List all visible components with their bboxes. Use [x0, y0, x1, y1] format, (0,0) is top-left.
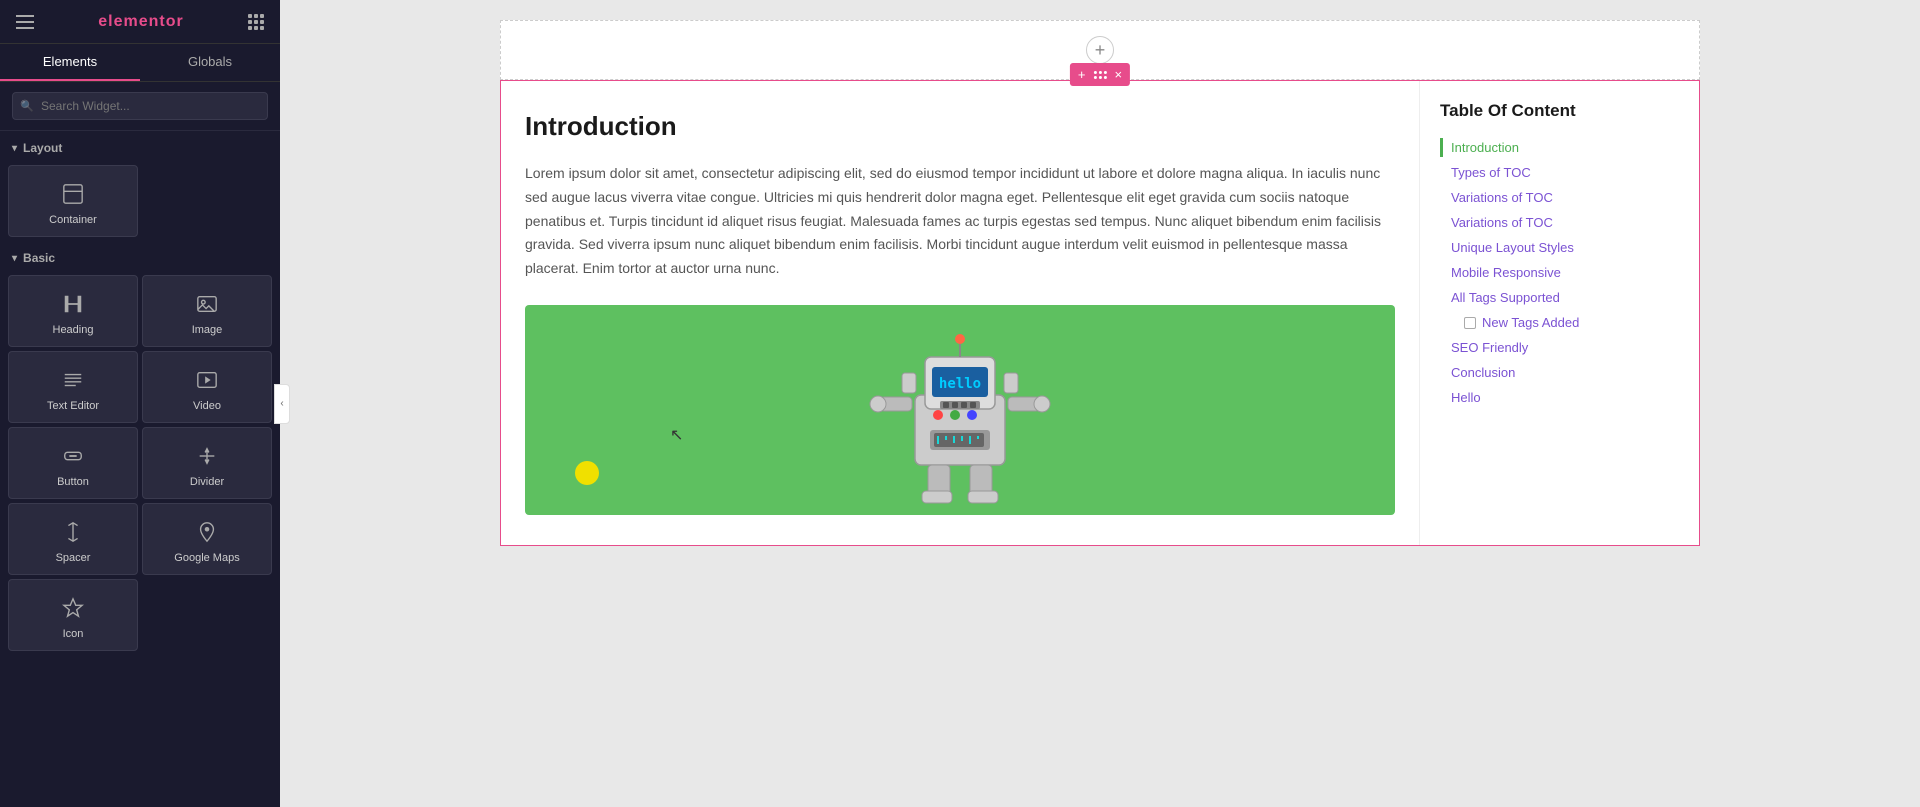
widget-image[interactable]: Image — [142, 275, 272, 347]
google-maps-label: Google Maps — [174, 552, 239, 564]
widget-spacer[interactable]: Spacer — [8, 503, 138, 575]
sidebar-header: elementor — [0, 0, 280, 44]
container-icon — [59, 180, 87, 208]
video-icon — [193, 366, 221, 394]
basic-section-label: Basic — [23, 251, 55, 265]
heading-icon — [59, 290, 87, 318]
sidebar-collapse-handle[interactable]: ‹ — [274, 384, 290, 424]
toc-link-2[interactable]: Variations of TOC — [1440, 188, 1679, 207]
toc-link-5[interactable]: Mobile Responsive — [1440, 263, 1679, 282]
toc-item-7: New Tags Added — [1440, 310, 1679, 335]
cursor-arrow-icon: ↖ — [670, 425, 683, 445]
robot-svg: hello — [860, 315, 1060, 505]
toc-link-1[interactable]: Types of TOC — [1440, 163, 1679, 182]
widget-container[interactable]: Container — [8, 165, 138, 237]
layout-section-label: Layout — [23, 141, 62, 155]
toc-link-0[interactable]: Introduction — [1440, 138, 1679, 157]
toolbar-move-handle[interactable] — [1094, 71, 1107, 79]
sidebar-tabs: Elements Globals — [0, 44, 280, 82]
toc-link-7[interactable]: New Tags Added — [1464, 313, 1679, 332]
heading-label: Heading — [53, 324, 94, 336]
toc-item-3: Variations of TOC — [1440, 210, 1679, 235]
layout-widget-grid: Container — [0, 161, 280, 241]
tab-globals[interactable]: Globals — [140, 44, 280, 81]
toc-link-7-label: New Tags Added — [1482, 315, 1579, 330]
toc-link-8[interactable]: SEO Friendly — [1440, 338, 1679, 357]
toolbar-add-button[interactable]: + — [1076, 65, 1088, 84]
widget-video[interactable]: Video — [142, 351, 272, 423]
widget-panel: ▾ Layout Container ▾ Basic Heading — [0, 131, 280, 807]
widget-text-editor[interactable]: Text Editor — [8, 351, 138, 423]
canvas-inner: + + × Introduction Lorem — [500, 20, 1700, 787]
basic-widget-grid: Heading Image Text Editor — [0, 271, 280, 655]
button-label: Button — [57, 476, 89, 488]
intro-image: hello — [525, 305, 1395, 515]
widget-button[interactable]: Button — [8, 427, 138, 499]
toc-link-6[interactable]: All Tags Supported — [1440, 288, 1679, 307]
video-label: Video — [193, 400, 221, 412]
toc-list: Introduction Types of TOC Variations of … — [1440, 135, 1679, 410]
toolbar-close-button[interactable]: × — [1113, 65, 1125, 84]
toc-item-6: All Tags Supported — [1440, 285, 1679, 310]
toc-item-2: Variations of TOC — [1440, 185, 1679, 210]
toc-link-4[interactable]: Unique Layout Styles — [1440, 238, 1679, 257]
section-columns: Introduction Lorem ipsum dolor sit amet,… — [501, 81, 1699, 545]
toc-item-9: Conclusion — [1440, 360, 1679, 385]
divider-label: Divider — [190, 476, 224, 488]
toc-link-3[interactable]: Variations of TOC — [1440, 213, 1679, 232]
toc-item-1: Types of TOC — [1440, 160, 1679, 185]
intro-body: Lorem ipsum dolor sit amet, consectetur … — [525, 162, 1395, 281]
toc-sub-indicator — [1464, 317, 1476, 329]
image-icon — [193, 290, 221, 318]
text-editor-icon — [59, 366, 87, 394]
toc-item-10: Hello — [1440, 385, 1679, 410]
active-section: + × Introduction Lorem ipsum dolor sit a… — [500, 80, 1700, 546]
toc-item-0: Introduction — [1440, 135, 1679, 160]
canvas: + + × Introduction Lorem — [280, 0, 1920, 807]
widget-divider[interactable]: Divider — [142, 427, 272, 499]
add-section-button[interactable]: + — [1086, 36, 1114, 64]
widget-heading[interactable]: Heading — [8, 275, 138, 347]
content-column: Introduction Lorem ipsum dolor sit amet,… — [501, 81, 1419, 545]
text-editor-label: Text Editor — [47, 400, 99, 412]
toc-item-5: Mobile Responsive — [1440, 260, 1679, 285]
spacer-label: Spacer — [56, 552, 91, 564]
yellow-cursor-dot — [575, 461, 599, 485]
spacer-icon — [59, 518, 87, 546]
widget-google-maps[interactable]: Google Maps — [142, 503, 272, 575]
basic-chevron-icon: ▾ — [12, 253, 17, 264]
main-canvas-area: + + × Introduction Lorem — [280, 0, 1920, 807]
toc-item-4: Unique Layout Styles — [1440, 235, 1679, 260]
sidebar: elementor Elements Globals ▾ Layout C — [0, 0, 280, 807]
elementor-logo: elementor — [98, 13, 183, 31]
toc-link-10[interactable]: Hello — [1440, 388, 1679, 407]
layout-chevron-icon: ▾ — [12, 143, 17, 154]
icon-label: Icon — [63, 628, 84, 640]
image-label: Image — [192, 324, 223, 336]
grid-menu-icon[interactable] — [248, 14, 264, 30]
search-input[interactable] — [12, 92, 268, 120]
divider-icon — [193, 442, 221, 470]
svg-text:hello: hello — [939, 376, 981, 392]
widget-icon[interactable]: Icon — [8, 579, 138, 651]
container-label: Container — [49, 214, 97, 226]
intro-title: Introduction — [525, 111, 1395, 142]
section-toolbar: + × — [1070, 63, 1130, 86]
toc-item-8: SEO Friendly — [1440, 335, 1679, 360]
google-maps-icon — [193, 518, 221, 546]
toc-title: Table Of Content — [1440, 101, 1679, 121]
toc-column: Table Of Content Introduction Types of T… — [1419, 81, 1699, 545]
tab-elements[interactable]: Elements — [0, 44, 140, 81]
layout-section-header[interactable]: ▾ Layout — [0, 131, 280, 161]
icon-widget-icon — [59, 594, 87, 622]
sidebar-search-container — [0, 82, 280, 131]
toc-link-9[interactable]: Conclusion — [1440, 363, 1679, 382]
basic-section-header[interactable]: ▾ Basic — [0, 241, 280, 271]
hamburger-menu-icon[interactable] — [16, 15, 34, 29]
button-icon — [59, 442, 87, 470]
